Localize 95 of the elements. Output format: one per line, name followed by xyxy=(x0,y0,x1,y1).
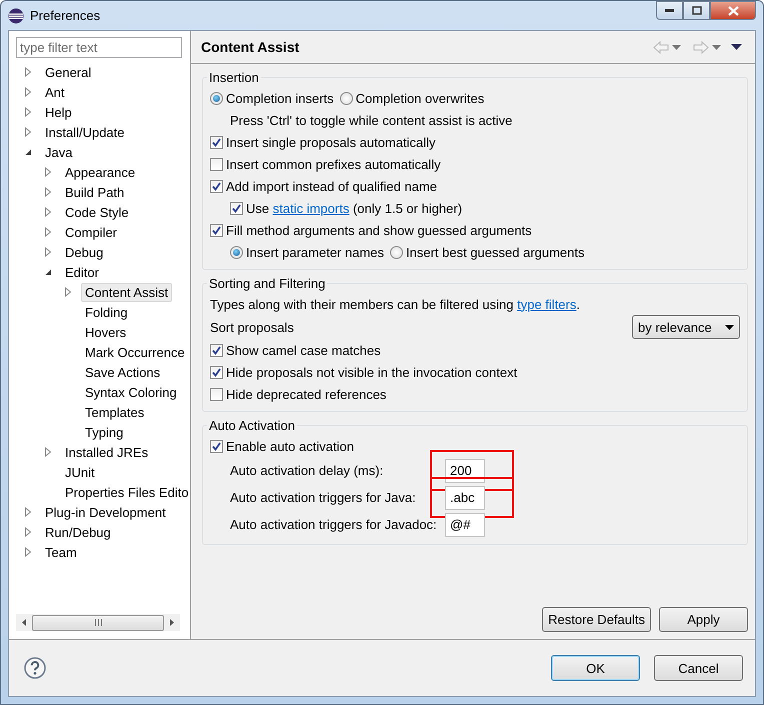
hint-text: Press 'Ctrl' to toggle while content assist is active xyxy=(230,112,512,128)
field-label: Auto activation delay (ms): xyxy=(230,463,384,478)
collapse-arrow-icon[interactable] xyxy=(23,147,33,157)
tree-item[interactable]: Editor xyxy=(61,262,103,282)
filter-field[interactable]: type filter text xyxy=(16,37,182,58)
tree-item[interactable]: Run/Debug xyxy=(41,522,115,542)
dialog-button[interactable]: Cancel xyxy=(654,655,743,681)
tree-item[interactable]: Content Assist xyxy=(81,282,172,302)
description-text: Types along with their members can be filtered using type filters. xyxy=(210,296,580,312)
tree-item[interactable]: Folding xyxy=(81,302,132,322)
tree-item[interactable]: General xyxy=(41,62,96,82)
expand-arrow-icon[interactable] xyxy=(63,287,73,297)
tree-item[interactable]: Ant xyxy=(41,82,69,102)
field-label: Auto activation triggers for Java: xyxy=(230,490,417,505)
maximize-button[interactable] xyxy=(683,1,710,20)
checkbox[interactable] xyxy=(230,202,243,214)
radio-label: Completion overwrites xyxy=(356,90,484,106)
collapse-arrow-icon[interactable] xyxy=(43,267,53,277)
group-title: Sorting and Filtering xyxy=(208,276,326,291)
checkbox-label: Hide proposals not visible in the invocation context xyxy=(226,364,518,380)
checkbox-label: Insert single proposals automatically xyxy=(226,134,436,150)
checkbox-label: Fill method arguments and show guessed arguments xyxy=(226,222,532,238)
tree-item[interactable]: Templates xyxy=(81,402,148,422)
caret-icon xyxy=(725,324,734,330)
checkbox[interactable] xyxy=(210,180,223,192)
checkbox[interactable] xyxy=(210,344,223,356)
tree-item[interactable]: Save Actions xyxy=(81,362,164,382)
tree-item[interactable]: Syntax Coloring xyxy=(81,382,181,402)
text-field[interactable]: .abc xyxy=(445,486,485,510)
caret-icon[interactable] xyxy=(712,44,721,50)
tree-item[interactable]: Build Path xyxy=(61,182,128,202)
tree-item[interactable]: Team xyxy=(41,542,81,562)
checkbox[interactable] xyxy=(210,136,223,148)
radio-label: Insert parameter names xyxy=(246,244,384,260)
caret-icon[interactable] xyxy=(672,44,681,50)
grip-icon xyxy=(94,619,102,626)
help-icon[interactable] xyxy=(24,657,46,679)
forward-arrow-icon[interactable] xyxy=(693,40,709,54)
link[interactable]: static imports xyxy=(272,200,350,216)
checkbox[interactable] xyxy=(210,158,223,170)
radio-button[interactable] xyxy=(210,92,223,104)
link[interactable]: type filters xyxy=(517,296,576,312)
radio-button[interactable] xyxy=(390,246,404,258)
tree-item[interactable]: Compiler xyxy=(61,222,122,242)
minimize-button[interactable] xyxy=(656,1,683,20)
expand-arrow-icon[interactable] xyxy=(43,447,53,457)
scroll-left-icon[interactable] xyxy=(22,619,26,626)
text-field[interactable]: @# xyxy=(445,512,485,536)
window-title: Preferences xyxy=(30,8,102,23)
radio-label: Insert best guessed arguments xyxy=(406,244,585,260)
tree-item[interactable]: Installed JREs xyxy=(61,442,152,462)
tree-item[interactable]: Install/Update xyxy=(41,122,128,142)
tree-item[interactable]: Typing xyxy=(81,422,128,442)
tree-item[interactable]: Help xyxy=(41,102,76,122)
close-icon xyxy=(728,6,738,16)
text-field[interactable]: 200 xyxy=(445,458,485,482)
checkbox[interactable] xyxy=(210,224,223,236)
tree-item[interactable]: Debug xyxy=(61,242,108,262)
tree-item[interactable]: Properties Files Edito xyxy=(61,482,193,502)
radio-label: Completion inserts xyxy=(226,90,334,106)
view-menu-icon[interactable] xyxy=(731,44,742,50)
tree-item[interactable]: Java xyxy=(41,142,76,162)
back-arrow-icon[interactable] xyxy=(653,40,669,54)
group-title: Insertion xyxy=(208,70,260,85)
scroll-right-icon[interactable] xyxy=(170,619,174,626)
checkbox-label: Show camel case matches xyxy=(226,342,381,358)
checkbox-label: Hide deprecated references xyxy=(226,386,386,402)
checkbox-label: Add import instead of qualified name xyxy=(226,178,438,194)
checkbox-label: Insert common prefixes automatically xyxy=(226,156,441,172)
radio-button[interactable] xyxy=(230,246,243,258)
page-title: Content Assist xyxy=(201,39,300,55)
checkbox[interactable] xyxy=(210,388,223,400)
tree-item[interactable]: Hovers xyxy=(81,322,130,342)
page-button[interactable]: Restore Defaults xyxy=(542,607,651,632)
tree-item[interactable]: JUnit xyxy=(61,462,99,482)
app-icon xyxy=(8,8,24,24)
tree-item[interactable]: Mark Occurrence xyxy=(81,342,189,362)
field-label: Sort proposals xyxy=(210,320,294,334)
checkbox-label: Enable auto activation xyxy=(226,438,354,454)
tree-item[interactable]: Plug-in Development xyxy=(41,502,170,522)
checkbox[interactable] xyxy=(210,440,223,452)
maximize-icon xyxy=(692,6,702,15)
checkbox[interactable] xyxy=(210,366,223,378)
page-button[interactable]: Apply xyxy=(659,607,748,632)
tree-item[interactable]: Code Style xyxy=(61,202,133,222)
minimize-icon xyxy=(665,9,674,12)
sort-dropdown[interactable]: by relevance xyxy=(632,315,740,339)
checkbox-label: Use static imports (only 1.5 or higher) xyxy=(246,200,462,216)
field-label: Auto activation triggers for Javadoc: xyxy=(230,517,438,532)
radio-button[interactable] xyxy=(340,92,353,104)
group-title: Auto Activation xyxy=(208,418,296,433)
dialog-button[interactable]: OK xyxy=(551,655,640,681)
tree-item[interactable]: Appearance xyxy=(61,162,140,182)
close-button[interactable] xyxy=(710,1,756,20)
horizontal-scrollbar[interactable] xyxy=(16,614,180,631)
